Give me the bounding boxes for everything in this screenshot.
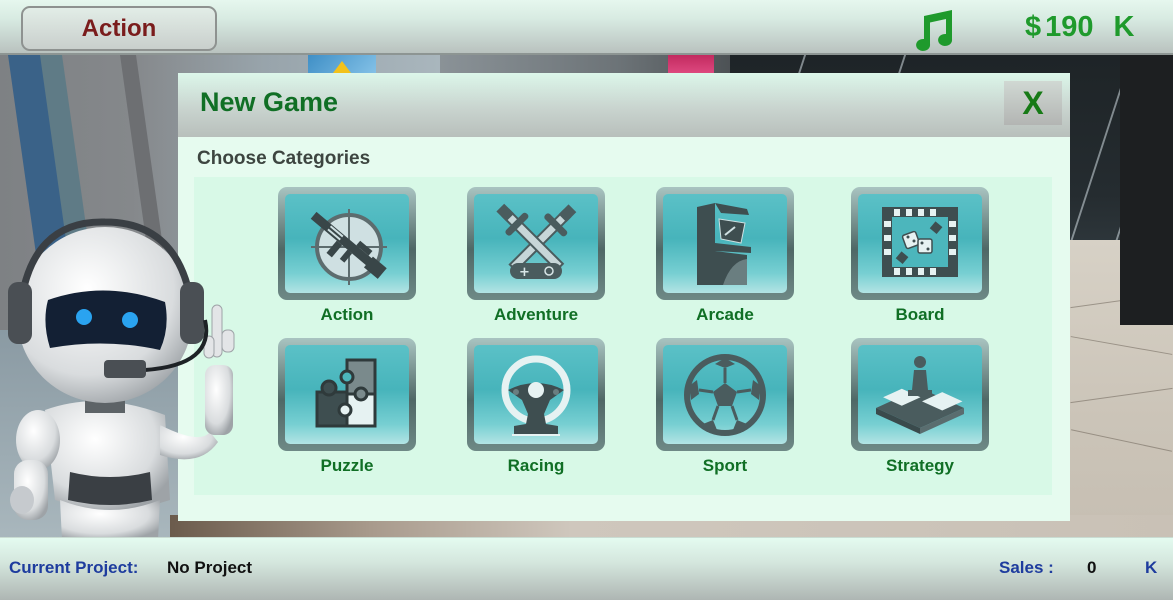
soccer-ball-icon (684, 353, 766, 436)
category-label: Board (895, 305, 945, 324)
category-strategy[interactable]: Strategy (840, 338, 1000, 476)
rifle-crosshair-icon (310, 208, 387, 285)
currency-symbol: $ (1025, 10, 1042, 43)
current-project-label: Current Project: (9, 558, 139, 577)
crossed-swords-gamepad-icon: + (496, 203, 577, 280)
current-category-button[interactable]: Action (21, 6, 217, 51)
current-category-label: Action (81, 14, 157, 42)
category-tile (278, 338, 416, 451)
current-project-value: No Project (167, 558, 253, 577)
category-tile (467, 338, 605, 451)
sales-unit: K (1145, 558, 1158, 577)
category-board[interactable]: Board (840, 187, 1000, 325)
dialog-title: New Game (200, 87, 339, 117)
top-bar: Action $ 190 K (0, 0, 1173, 55)
category-puzzle[interactable]: Puzzle (267, 338, 427, 476)
sales-value: 0 (1087, 558, 1097, 577)
chess-pawn-board-icon (876, 355, 964, 434)
category-grid: Action + Adventure Arcade Board Puzzle R… (194, 177, 1052, 495)
category-sport[interactable]: Sport (645, 338, 805, 476)
music-toggle-button[interactable] (910, 8, 958, 52)
category-label: Action (320, 305, 374, 324)
category-tile (851, 338, 989, 451)
puzzle-pieces-icon (315, 358, 377, 427)
robot-assistant-mascot (8, 218, 235, 540)
category-arcade[interactable]: Arcade (645, 187, 805, 325)
status-bar: Current Project: No Project Sales : 0 K (0, 537, 1173, 600)
category-label: Adventure (493, 305, 579, 324)
money-display: $ 190 K (1025, 9, 1134, 45)
category-label: Arcade (696, 305, 754, 324)
choose-categories-heading: Choose Categories (197, 148, 371, 169)
money-unit: K (1113, 10, 1135, 43)
steering-wheel-icon (501, 355, 571, 436)
category-label: Strategy (885, 456, 955, 475)
category-tile (851, 187, 989, 300)
close-button[interactable]: X (1004, 81, 1062, 125)
category-tile (278, 187, 416, 300)
dialog-header: New Game X (178, 73, 1070, 137)
board-game-dice-icon (882, 206, 958, 277)
category-tile (656, 187, 794, 300)
category-label: Sport (702, 456, 748, 475)
category-racing[interactable]: Racing (456, 338, 616, 476)
new-game-dialog: New Game X Choose Categories Action + Ad… (178, 73, 1070, 521)
category-action[interactable]: Action (267, 187, 427, 325)
category-tile (656, 338, 794, 451)
category-adventure[interactable]: + Adventure (456, 187, 616, 325)
dark-pillar (1120, 55, 1173, 325)
money-amount: 190 (1045, 10, 1094, 43)
sales-label: Sales : (999, 558, 1054, 577)
category-label: Racing (507, 456, 565, 475)
svg-text:+: + (519, 265, 530, 280)
category-tile: + (467, 187, 605, 300)
arcade-cabinet-icon (697, 202, 751, 285)
close-icon: X (1022, 85, 1044, 121)
music-note-icon (916, 10, 953, 51)
category-label: Puzzle (320, 456, 374, 475)
